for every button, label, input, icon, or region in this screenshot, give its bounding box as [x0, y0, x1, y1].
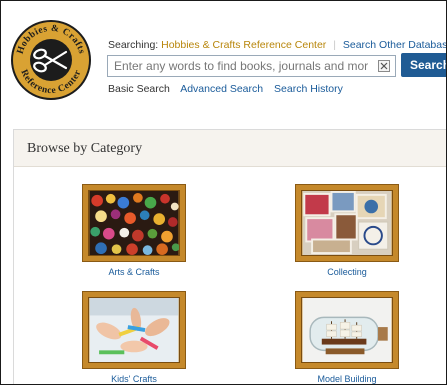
basic-search-link[interactable]: Basic Search	[108, 83, 170, 95]
category-image-frame[interactable]	[82, 184, 186, 262]
hobbies-crafts-logo[interactable]: Hobbies & Crafts Reference Center	[10, 19, 92, 101]
search-box	[107, 55, 396, 77]
search-other-databases-link[interactable]: Search Other Databases	[343, 39, 446, 51]
close-icon	[380, 62, 388, 70]
category-label[interactable]: Model Building	[295, 374, 399, 384]
browse-header: Browse by Category	[14, 130, 446, 167]
searching-label: Searching:	[108, 39, 159, 51]
search-button[interactable]: Search	[401, 53, 446, 77]
ship-in-bottle-image-icon	[301, 297, 393, 363]
logo-seal-icon: Hobbies & Crafts Reference Center	[11, 20, 91, 100]
search-mode-links: Basic Search Advanced Search Search Hist…	[108, 83, 351, 95]
category-tile-arts-crafts[interactable]: Arts & Crafts	[82, 184, 186, 277]
category-tile-model-building[interactable]: Model Building	[295, 291, 399, 384]
category-image-frame[interactable]	[295, 184, 399, 262]
category-label[interactable]: Collecting	[295, 267, 399, 277]
search-history-link[interactable]: Search History	[274, 83, 343, 95]
separator: |	[333, 39, 336, 51]
advanced-search-link[interactable]: Advanced Search	[180, 83, 263, 95]
kids-hands-image-icon	[88, 297, 180, 363]
category-image-frame[interactable]	[295, 291, 399, 369]
category-image-frame[interactable]	[82, 291, 186, 369]
category-tile-collecting[interactable]: Collecting	[295, 184, 399, 277]
page-frame: Hobbies & Crafts Reference Center Search…	[0, 0, 447, 385]
clear-search-button[interactable]	[378, 60, 390, 72]
category-label[interactable]: Arts & Crafts	[82, 267, 186, 277]
database-name: Hobbies & Crafts Reference Center	[161, 39, 327, 51]
beads-image-icon	[88, 190, 180, 256]
browse-title: Browse by Category	[27, 141, 143, 156]
searching-line: Searching: Hobbies & Crafts Reference Ce…	[108, 39, 446, 51]
search-input[interactable]	[108, 56, 368, 76]
stamps-image-icon	[301, 190, 393, 256]
category-label[interactable]: Kids' Crafts	[82, 374, 186, 384]
category-tile-kids-crafts[interactable]: Kids' Crafts	[82, 291, 186, 384]
